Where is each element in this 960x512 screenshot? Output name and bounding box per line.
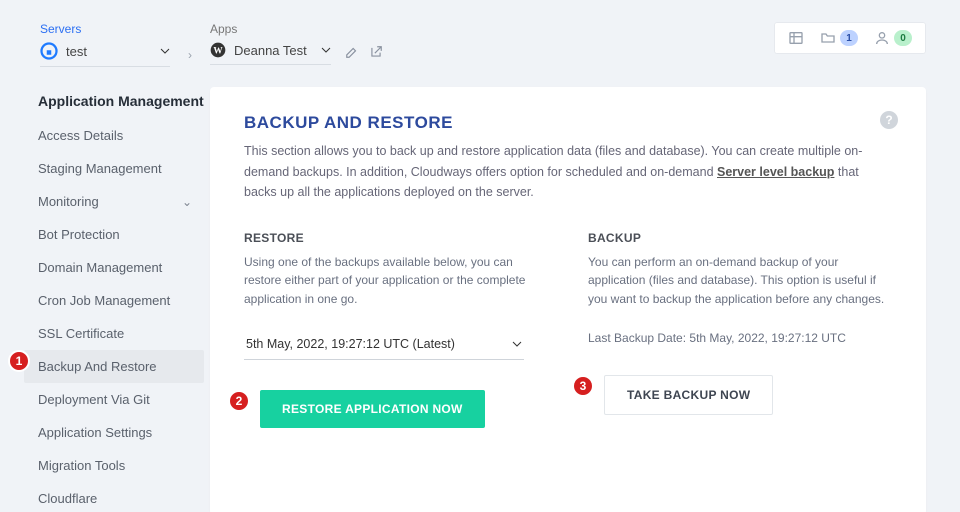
chevron-right-icon: › [188,48,192,62]
sidebar-item-staging-management[interactable]: Staging Management [24,152,204,185]
sidebar-item-label: Migration Tools [38,458,125,473]
backup-title: BACKUP [588,231,892,245]
sidebar: Application Management Access Details Sta… [0,87,210,512]
page-title: BACKUP AND RESTORE [244,113,892,133]
sidebar-item-backup-and-restore[interactable]: Backup And Restore1 [24,350,204,383]
sidebar-item-application-settings[interactable]: Application Settings [24,416,204,449]
grid-icon[interactable] [788,30,804,46]
restore-section: RESTORE Using one of the backups availab… [244,231,548,428]
external-link-icon[interactable] [369,45,383,59]
restore-selected-value: 5th May, 2022, 19:27:12 UTC (Latest) [246,337,455,351]
server-name: test [66,44,87,59]
sidebar-item-label: Backup And Restore [38,359,157,374]
sidebar-item-ssl-certificate[interactable]: SSL Certificate [24,317,204,350]
caret-down-icon[interactable] [321,45,331,55]
sidebar-item-label: Application Settings [38,425,152,440]
sidebar-item-label: Access Details [38,128,123,143]
caret-down-icon [512,339,522,349]
page-description: This section allows you to back up and r… [244,141,884,203]
servers-breadcrumb[interactable]: Servers test [40,22,170,67]
main-panel: ? BACKUP AND RESTORE This section allows… [210,87,926,512]
app-name: Deanna Test [234,43,307,58]
help-icon[interactable]: ? [880,111,898,129]
sidebar-item-label: Cron Job Management [38,293,170,308]
sidebar-item-label: Monitoring [38,194,99,209]
last-backup-info: Last Backup Date: 5th May, 2022, 19:27:1… [588,331,892,345]
user-badge: 0 [894,30,912,46]
sidebar-item-label: Bot Protection [38,227,120,242]
restore-application-button[interactable]: RESTORE APPLICATION NOW [260,390,485,428]
sidebar-item-label: Staging Management [38,161,162,176]
caret-down-icon[interactable] [160,46,170,56]
edit-icon[interactable] [345,45,359,59]
restore-desc: Using one of the backups available below… [244,253,548,309]
sidebar-item-access-details[interactable]: Access Details [24,119,204,152]
notif-badge: 1 [840,30,858,46]
sidebar-item-label: Deployment Via Git [38,392,150,407]
sidebar-item-label: Domain Management [38,260,162,275]
sidebar-item-domain-management[interactable]: Domain Management [24,251,204,284]
restore-title: RESTORE [244,231,548,245]
sidebar-item-cron-job-management[interactable]: Cron Job Management [24,284,204,317]
callout-3: 3 [572,375,594,397]
take-backup-button[interactable]: TAKE BACKUP NOW [604,375,773,415]
top-action-bar: 1 0 [774,22,926,54]
backup-section: BACKUP You can perform an on-demand back… [588,231,892,428]
server-provider-icon [40,42,58,60]
chevron-down-icon: ⌄ [182,195,192,209]
sidebar-item-cloudflare[interactable]: Cloudflare [24,482,204,512]
callout-1: 1 [8,350,30,372]
sidebar-item-migration-tools[interactable]: Migration Tools [24,449,204,482]
callout-2: 2 [228,390,250,412]
sidebar-item-label: SSL Certificate [38,326,124,341]
restore-backup-select[interactable]: 5th May, 2022, 19:27:12 UTC (Latest) [244,329,524,360]
user-icon [874,30,890,46]
sidebar-item-deployment-via-git[interactable]: Deployment Via Git [24,383,204,416]
sidebar-item-monitoring[interactable]: Monitoring ⌄ [24,185,204,218]
wordpress-icon: W [210,42,226,58]
server-level-backup-link[interactable]: Server level backup [717,165,834,179]
inbox-button[interactable]: 1 [820,30,858,46]
apps-label: Apps [210,22,331,36]
backup-desc: You can perform an on-demand backup of y… [588,253,892,309]
servers-label: Servers [40,22,170,36]
apps-breadcrumb[interactable]: Apps W Deanna Test [210,22,331,65]
sidebar-item-label: Cloudflare [38,491,97,506]
sidebar-title: Application Management [38,93,204,109]
svg-text:W: W [213,46,223,56]
folder-icon [820,30,836,46]
users-button[interactable]: 0 [874,30,912,46]
sidebar-item-bot-protection[interactable]: Bot Protection [24,218,204,251]
